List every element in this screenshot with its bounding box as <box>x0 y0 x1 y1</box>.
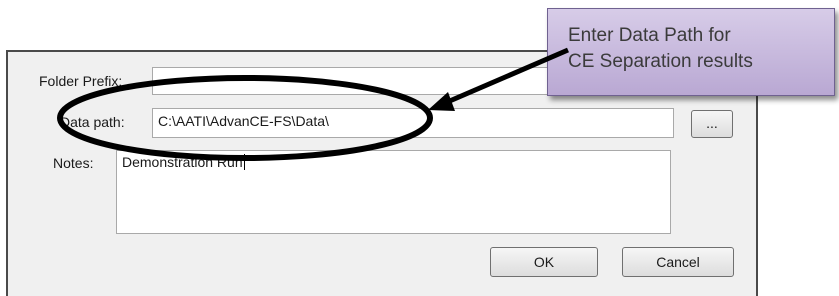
folder-prefix-label: Folder Prefix: <box>39 73 123 89</box>
cancel-button[interactable]: Cancel <box>622 247 734 277</box>
notes-text: Demonstration Run <box>122 154 243 170</box>
notes-textarea[interactable]: Demonstration Run <box>116 150 671 234</box>
callout-line-2: CE Separation results <box>568 51 753 72</box>
ok-button[interactable]: OK <box>490 247 598 277</box>
callout-line-1: Enter Data Path for <box>568 25 731 46</box>
text-caret <box>243 154 245 170</box>
data-path-input[interactable]: C:\AATI\AdvanCE-FS\Data\ <box>152 108 674 138</box>
notes-label: Notes: <box>53 155 94 171</box>
browse-button[interactable]: ... <box>691 110 733 138</box>
annotation-callout: Enter Data Path for CE Separation result… <box>547 8 835 96</box>
data-path-label: Data path: <box>60 114 125 130</box>
